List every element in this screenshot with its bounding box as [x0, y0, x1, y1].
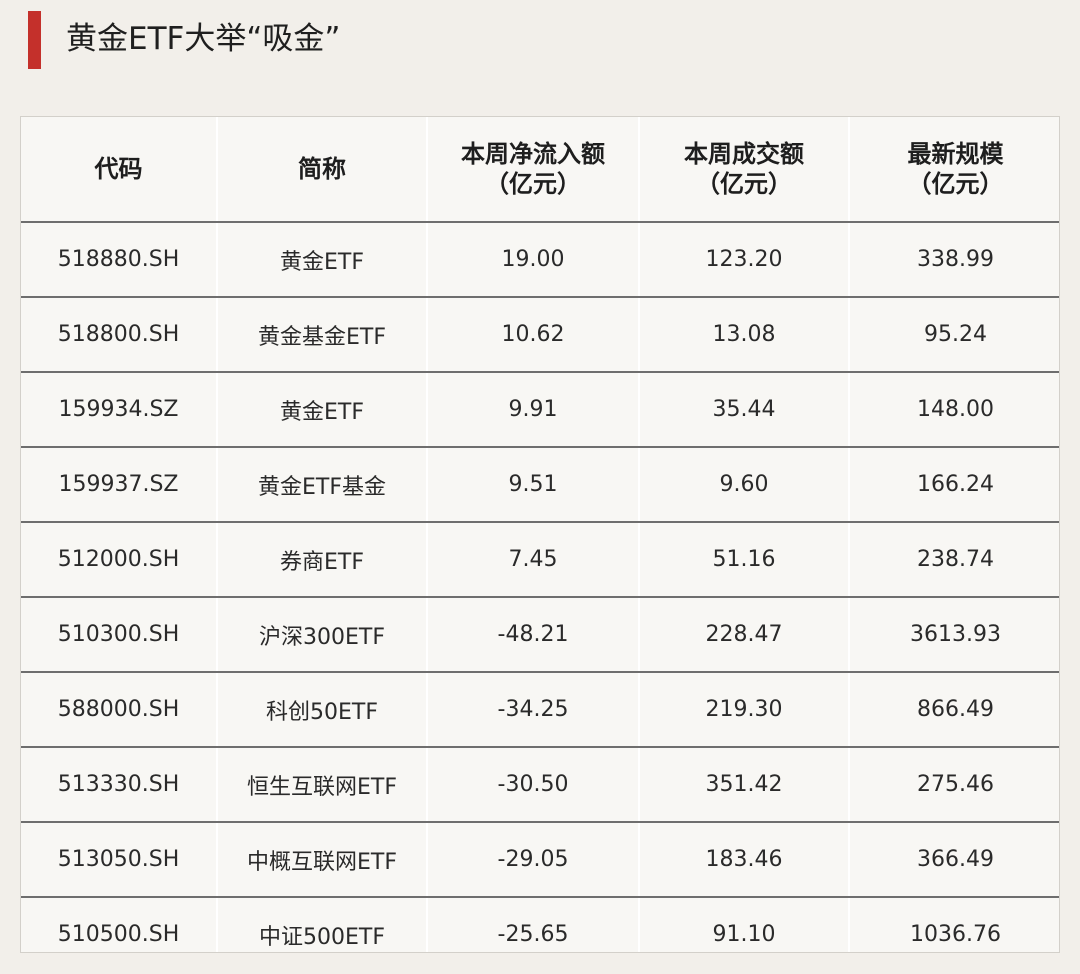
cell-scale: 148.00	[849, 372, 1059, 448]
table-row: 510300.SH 沪深300ETF -48.21 228.47 3613.93	[21, 597, 1059, 673]
cell-name: 黄金基金ETF	[217, 297, 428, 373]
cell-scale: 275.46	[849, 747, 1059, 823]
cell-code: 510300.SH	[21, 597, 218, 673]
table-row: 513330.SH 恒生互联网ETF -30.50 351.42 275.46	[21, 747, 1059, 823]
cell-turnover: 51.16	[639, 522, 850, 598]
cell-code: 513330.SH	[21, 747, 218, 823]
table-row: 513050.SH 中概互联网ETF -29.05 183.46 366.49	[21, 822, 1059, 898]
cell-name: 中概互联网ETF	[217, 822, 428, 898]
table-row: 512000.SH 券商ETF 7.45 51.16 238.74	[21, 522, 1059, 598]
header-unit: （亿元）	[907, 170, 1004, 198]
header-label: 最新规模	[907, 140, 1004, 168]
cell-code: 518880.SH	[21, 222, 218, 298]
header-unit: （亿元）	[485, 170, 581, 198]
cell-name: 科创50ETF	[217, 672, 428, 748]
cell-scale: 3613.93	[849, 597, 1059, 673]
cell-scale: 366.49	[849, 822, 1059, 898]
cell-code: 588000.SH	[21, 672, 218, 748]
cell-net-inflow: -29.05	[427, 822, 640, 898]
cell-turnover: 13.08	[639, 297, 850, 373]
cell-name: 券商ETF	[217, 522, 428, 598]
header-label: 本周成交额	[684, 140, 804, 168]
cell-scale: 866.49	[849, 672, 1059, 748]
cell-code: 513050.SH	[21, 822, 218, 898]
header-turnover: 本周成交额 （亿元）	[639, 117, 850, 223]
cell-turnover: 183.46	[639, 822, 850, 898]
cell-net-inflow: 7.45	[427, 522, 640, 598]
cell-name: 黄金ETF	[217, 372, 428, 448]
table-row: 518800.SH 黄金基金ETF 10.62 13.08 95.24	[21, 297, 1059, 373]
etf-table: 代码 简称 本周净流入额 （亿元） 本周成交额 （亿元） 最新规模 （亿元） 5…	[21, 117, 1059, 952]
table-row: 159937.SZ 黄金ETF基金 9.51 9.60 166.24	[21, 447, 1059, 523]
cell-name: 中证500ETF	[217, 897, 428, 952]
table-row: 518880.SH 黄金ETF 19.00 123.20 338.99	[21, 222, 1059, 298]
header-label: 简称	[298, 155, 346, 183]
cell-turnover: 219.30	[639, 672, 850, 748]
table-row: 159934.SZ 黄金ETF 9.91 35.44 148.00	[21, 372, 1059, 448]
cell-name: 沪深300ETF	[217, 597, 428, 673]
table-row: 510500.SH 中证500ETF -25.65 91.10 1036.76	[21, 897, 1059, 952]
cell-name: 恒生互联网ETF	[217, 747, 428, 823]
cell-turnover: 9.60	[639, 447, 850, 523]
cell-turnover: 228.47	[639, 597, 850, 673]
cell-net-inflow: -30.50	[427, 747, 640, 823]
table-header-row: 代码 简称 本周净流入额 （亿元） 本周成交额 （亿元） 最新规模 （亿元）	[21, 117, 1059, 223]
page-title: 黄金ETF大举“吸金”	[66, 21, 341, 57]
cell-net-inflow: -25.65	[427, 897, 640, 952]
cell-code: 159937.SZ	[21, 447, 218, 523]
cell-net-inflow: 10.62	[427, 297, 640, 373]
cell-turnover: 351.42	[639, 747, 850, 823]
cell-scale: 238.74	[849, 522, 1059, 598]
cell-scale: 166.24	[849, 447, 1059, 523]
cell-code: 510500.SH	[21, 897, 218, 952]
header-label: 代码	[94, 155, 143, 183]
cell-turnover: 91.10	[639, 897, 850, 952]
cell-turnover: 123.20	[639, 222, 850, 298]
header-scale: 最新规模 （亿元）	[849, 117, 1059, 223]
table-row: 588000.SH 科创50ETF -34.25 219.30 866.49	[21, 672, 1059, 748]
cell-net-inflow: -48.21	[427, 597, 640, 673]
cell-name: 黄金ETF基金	[217, 447, 428, 523]
header-code: 代码	[21, 117, 218, 223]
cell-net-inflow: 9.51	[427, 447, 640, 523]
cell-scale: 338.99	[849, 222, 1059, 298]
etf-table-container: 代码 简称 本周净流入额 （亿元） 本周成交额 （亿元） 最新规模 （亿元） 5…	[20, 116, 1060, 953]
header-unit: （亿元）	[696, 170, 792, 198]
cell-code: 512000.SH	[21, 522, 218, 598]
cell-code: 518800.SH	[21, 297, 218, 373]
cell-scale: 95.24	[849, 297, 1059, 373]
header-label: 本周净流入额	[461, 140, 605, 168]
header-name: 简称	[217, 117, 428, 223]
cell-net-inflow: 19.00	[427, 222, 640, 298]
title-accent-bar	[28, 11, 41, 69]
cell-scale: 1036.76	[910, 922, 1001, 947]
cell-name: 黄金ETF	[217, 222, 428, 298]
header-net-inflow: 本周净流入额 （亿元）	[427, 117, 640, 223]
cell-code: 159934.SZ	[21, 372, 218, 448]
cell-net-inflow: 9.91	[427, 372, 640, 448]
cell-turnover: 35.44	[639, 372, 850, 448]
cell-net-inflow: -34.25	[427, 672, 640, 748]
